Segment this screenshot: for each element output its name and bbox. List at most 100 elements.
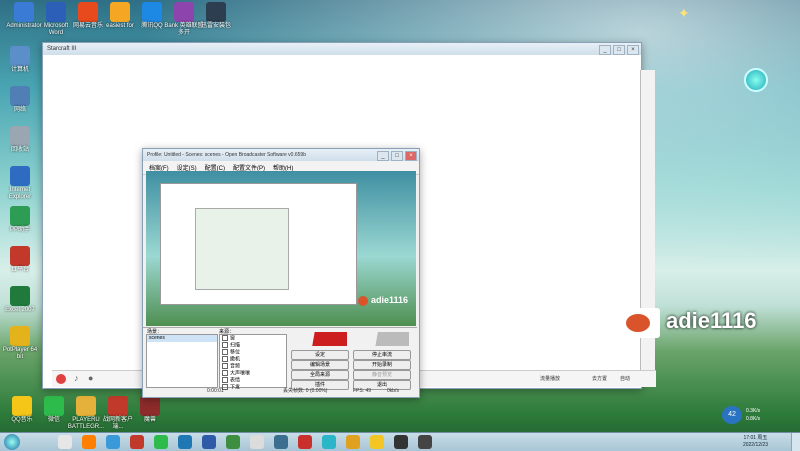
app-icon: [76, 396, 96, 416]
settings-button[interactable]: 设定: [291, 350, 349, 360]
close-button[interactable]: ×: [627, 45, 639, 55]
taskbar-app-icon[interactable]: [370, 435, 384, 449]
desktop-icon[interactable]: 魔兽: [130, 396, 170, 424]
source-checkbox[interactable]: [222, 377, 228, 383]
app-icon: [140, 396, 160, 416]
desktop-icon-label: 计算机: [10, 67, 29, 73]
app-icon: [44, 396, 64, 416]
source-item[interactable]: 窗: [220, 335, 286, 342]
app-icon: [78, 2, 98, 22]
app-icon: [46, 2, 66, 22]
source-checkbox[interactable]: [222, 335, 228, 341]
network-widget: 42 0.3K/s 0.8K/s: [722, 404, 772, 426]
start-record-button[interactable]: 开始录制: [353, 360, 411, 370]
edit-scene-button[interactable]: 编辑场景: [291, 360, 349, 370]
obs-titlebar[interactable]: Profile: Untitled - Scenes: scenes - Ope…: [143, 149, 419, 161]
app-icon: [142, 2, 162, 22]
desktop-icon[interactable]: PP助手: [0, 206, 40, 234]
app-icon: [108, 396, 128, 416]
taskbar-app-icon[interactable]: [106, 435, 120, 449]
source-checkbox[interactable]: [222, 370, 228, 376]
scene-item[interactable]: scenes: [147, 335, 217, 342]
taskbar-app-icon[interactable]: [178, 435, 192, 449]
source-item[interactable]: 撤机: [220, 356, 286, 363]
source-label: 撤机: [230, 356, 241, 363]
taskbar-app-icon[interactable]: [298, 435, 312, 449]
obs-status-bar: 0:00:01 丢失帧数: 0 (0.00%) FPS: 49 0kb/s: [143, 387, 417, 396]
source-item[interactable]: 扫描: [220, 342, 286, 349]
minimize-button[interactable]: _: [599, 45, 611, 55]
mic-icon[interactable]: ●: [88, 373, 93, 383]
desktop-icon-label: 11平台: [10, 267, 30, 273]
source-label: 移位: [230, 349, 241, 356]
desktop-icon-label: 迅雷安装包: [200, 23, 231, 29]
global-sources-button[interactable]: 全局来源: [291, 370, 349, 380]
taskbar-app-icon[interactable]: [82, 435, 96, 449]
source-item[interactable]: 大声嚷嚷: [220, 370, 286, 377]
main-window-titlebar[interactable]: Starcraft III _ □ ×: [43, 43, 641, 55]
source-checkbox[interactable]: [222, 349, 228, 355]
show-desktop-button[interactable]: [791, 433, 800, 451]
heart-icon[interactable]: [56, 374, 66, 384]
taskbar-app-icon[interactable]: [274, 435, 288, 449]
desktop-icon-label: 网络: [13, 107, 26, 113]
taskbar-app-icon[interactable]: [130, 435, 144, 449]
desktop-icon[interactable]: 11平台: [0, 246, 40, 274]
volume-icon[interactable]: ♪: [74, 373, 79, 383]
source-label: 大声嚷嚷: [230, 370, 251, 377]
source-checkbox[interactable]: [222, 356, 228, 362]
desktop-icon[interactable]: Excel 2007: [0, 286, 40, 314]
obs-window[interactable]: Profile: Untitled - Scenes: scenes - Ope…: [142, 148, 420, 398]
crab-icon: [616, 308, 660, 338]
app-icon: [10, 86, 30, 106]
app-icon: [10, 46, 30, 66]
app-icon: [174, 2, 194, 22]
source-item[interactable]: 音频: [220, 363, 286, 370]
taskbar-app-icon[interactable]: [394, 435, 408, 449]
desktop-icon-label: QQ音乐: [11, 417, 33, 423]
source-item[interactable]: 表情: [220, 377, 286, 384]
taskbar-app-icon[interactable]: [418, 435, 432, 449]
desktop-icon[interactable]: Internet Explorer: [0, 166, 40, 201]
streamer-name: adie1116: [666, 308, 757, 333]
desktop-icon[interactable]: 回收站: [0, 126, 40, 154]
sources-list[interactable]: 窗扫描 移位 撤机 音频 大声嚷嚷 表情 下发: [219, 334, 287, 390]
obs-minimize-button[interactable]: _: [377, 151, 389, 161]
taskbar-app-icon[interactable]: [202, 435, 216, 449]
taskbar-app-icon[interactable]: [226, 435, 240, 449]
taskbar-app-icon[interactable]: [58, 435, 72, 449]
taskbar-app-icon[interactable]: [346, 435, 360, 449]
source-label: 音频: [230, 363, 241, 370]
maximize-button[interactable]: □: [613, 45, 625, 55]
desktop-icon[interactable]: 网络: [0, 86, 40, 114]
taskbar: 17:01 周五 2022/12/23: [0, 432, 800, 451]
desktop-icon[interactable]: 计算机: [0, 46, 40, 74]
stop-stream-button[interactable]: 停止串流: [353, 350, 411, 360]
obs-preview: adie1116: [146, 171, 416, 326]
source-label: 窗: [230, 335, 236, 342]
obs-control-panel: 场景： 来源： scenes 窗扫描 移位 撤机 音频 大声嚷嚷 表情 下发 设定 停止串流…: [143, 327, 417, 394]
obs-close-button[interactable]: ×: [405, 151, 417, 161]
source-label: 扫描: [230, 342, 241, 349]
source-checkbox[interactable]: [222, 342, 228, 348]
desktop-icon[interactable]: 迅雷安装包: [196, 2, 236, 30]
desktop-icon-label: PP助手: [9, 227, 30, 233]
obs-maximize-button[interactable]: □: [391, 151, 403, 161]
taskbar-app-icon[interactable]: [322, 435, 336, 449]
taskbar-app-icon[interactable]: [250, 435, 264, 449]
desktop-icon-label: 腾讯QQ: [141, 23, 163, 29]
source-checkbox[interactable]: [222, 363, 228, 369]
mute-preview-button[interactable]: 静音预览: [353, 370, 411, 380]
clock[interactable]: 17:01 周五 2022/12/23: [743, 435, 768, 449]
media-label-3[interactable]: 自动: [620, 375, 630, 382]
app-icon: [10, 126, 30, 146]
source-item[interactable]: 移位: [220, 349, 286, 356]
obs-title: Profile: Untitled - Scenes: scenes - Ope…: [147, 152, 306, 158]
media-label-1[interactable]: 流量播放: [540, 375, 560, 382]
desktop-icon[interactable]: PotPlayer 64 bit: [0, 326, 40, 361]
taskbar-app-icon[interactable]: [154, 435, 168, 449]
app-icon: [10, 206, 30, 226]
media-label-2[interactable]: 去方置: [592, 375, 607, 382]
start-button[interactable]: [4, 434, 20, 450]
scenes-list[interactable]: scenes: [146, 334, 218, 388]
